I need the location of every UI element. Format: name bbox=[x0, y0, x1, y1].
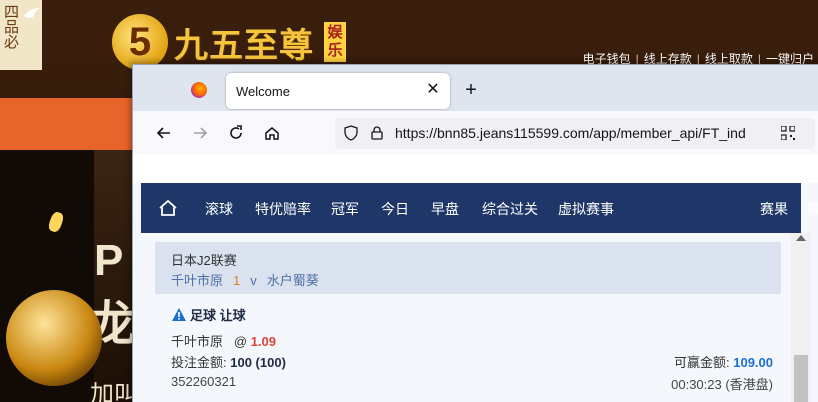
odds-value: 1.09 bbox=[250, 334, 276, 349]
browser-window: Welcome ✕ + https://bnn85.jeans115599.co… bbox=[132, 64, 818, 402]
site-logo[interactable]: 5 九五至尊 娱乐 bbox=[112, 14, 346, 70]
ticket-id: 352260321 bbox=[171, 374, 237, 389]
warning-icon bbox=[172, 307, 186, 321]
home-button[interactable] bbox=[261, 122, 283, 144]
stake-label: 投注金额: bbox=[171, 355, 227, 370]
page-content: 滚球 特优赔率 冠军 今日 早盘 综合过关 虚拟赛事 赛果 赛 日本J2联赛 千… bbox=[133, 155, 818, 402]
potential-win: 可赢金额: 109.00 bbox=[674, 352, 773, 371]
arrow-right-icon bbox=[194, 127, 208, 139]
poster-char-3: 加叫 bbox=[90, 381, 138, 402]
left-banner-text: 四品必 bbox=[2, 4, 19, 49]
firefox-icon[interactable] bbox=[191, 82, 207, 98]
selection-team: 千叶市原 bbox=[171, 334, 224, 349]
nav-virtual[interactable]: 虚拟赛事 bbox=[558, 199, 614, 219]
page-top-gap bbox=[133, 155, 818, 183]
win-value: 109.00 bbox=[733, 355, 773, 370]
home-team: 千叶市原 bbox=[171, 273, 224, 288]
league-name: 日本J2联赛 bbox=[171, 253, 237, 268]
navigation-toolbar: https://bnn85.jeans115599.com/app/member… bbox=[133, 111, 818, 155]
nav-more[interactable]: 赛 bbox=[807, 199, 818, 219]
match-header: 日本J2联赛 千叶市原 1 v 水户蜀葵 bbox=[155, 242, 781, 294]
nav-special-odds[interactable]: 特优赔率 bbox=[255, 199, 311, 219]
bet-type-label: 足球 让球 bbox=[190, 308, 246, 323]
nav-early[interactable]: 早盘 bbox=[431, 199, 459, 219]
bet-time: 00:30:23 (香港盘) bbox=[671, 377, 773, 392]
bet-slip: 日本J2联赛 千叶市原 1 v 水户蜀葵 足球 让球 千叶市原 @ 1.09 投注金额… bbox=[141, 233, 787, 402]
away-team: 水户蜀葵 bbox=[266, 273, 319, 288]
nav-champion[interactable]: 冠军 bbox=[331, 199, 359, 219]
win-label: 可赢金额: bbox=[673, 355, 730, 370]
shield-icon[interactable] bbox=[343, 125, 359, 141]
bird-icon bbox=[24, 8, 40, 18]
qr-code-icon[interactable] bbox=[781, 126, 795, 140]
scroll-thumb[interactable] bbox=[794, 355, 808, 402]
vertical-scrollbar[interactable] bbox=[791, 233, 811, 402]
lock-icon[interactable] bbox=[369, 125, 385, 141]
match-teams: 千叶市原 1 v 水户蜀葵 bbox=[171, 270, 319, 289]
scroll-up-icon[interactable] bbox=[796, 235, 806, 241]
vs-label: v bbox=[250, 273, 257, 288]
forward-button[interactable] bbox=[189, 122, 211, 144]
reload-icon bbox=[230, 125, 242, 139]
home-icon[interactable] bbox=[157, 197, 179, 219]
site-navigation: 滚球 特优赔率 冠军 今日 早盘 综合过关 虚拟赛事 赛果 赛 bbox=[141, 183, 818, 233]
poster-char-1: P bbox=[94, 236, 124, 285]
nav-results[interactable]: 赛果 bbox=[760, 199, 788, 219]
logo-text: 九五至尊 bbox=[174, 26, 314, 65]
reload-button[interactable] bbox=[225, 122, 247, 144]
selection: 千叶市原 @ 1.09 bbox=[171, 331, 276, 350]
logo-mark: 5 bbox=[112, 14, 168, 70]
stake: 投注金额: 100 (100) bbox=[171, 352, 286, 371]
nav-live[interactable]: 滚球 bbox=[205, 199, 233, 219]
back-button[interactable] bbox=[153, 122, 175, 144]
bet-type: 足球 让球 bbox=[171, 305, 246, 324]
nav-today[interactable]: 今日 bbox=[381, 199, 409, 219]
tab-title: Welcome bbox=[236, 84, 290, 99]
tab-bar: Welcome ✕ + bbox=[133, 65, 818, 111]
tab-welcome[interactable]: Welcome ✕ bbox=[226, 73, 450, 109]
close-tab-icon[interactable]: ✕ bbox=[424, 81, 442, 99]
odds-prefix: @ bbox=[233, 334, 248, 349]
coin-icon bbox=[6, 290, 102, 386]
logo-badge: 娱乐 bbox=[324, 22, 346, 62]
nav-parlay[interactable]: 综合过关 bbox=[482, 199, 538, 219]
stake-value: 100 (100) bbox=[230, 355, 286, 370]
url-text[interactable]: https://bnn85.jeans115599.com/app/member… bbox=[395, 125, 775, 141]
url-bar[interactable]: https://bnn85.jeans115599.com/app/member… bbox=[335, 118, 815, 149]
home-icon bbox=[265, 127, 279, 140]
arrow-left-icon bbox=[156, 127, 170, 139]
orange-strip bbox=[0, 98, 150, 150]
score: 1 bbox=[233, 273, 241, 288]
new-tab-button[interactable]: + bbox=[459, 79, 483, 103]
